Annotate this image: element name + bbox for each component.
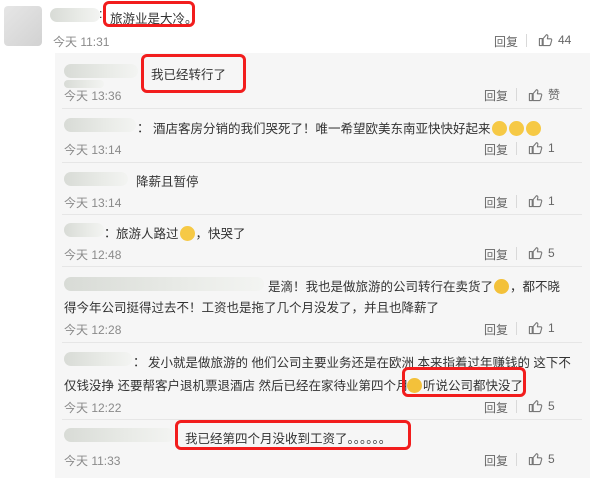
top-comment: : 旅游业是大冷。 今天 11:31 回复 44 [0, 0, 590, 53]
reply-text: 酒店客房分销的我们哭死了！唯一希望欧美东南亚快快好起来 [153, 118, 542, 137]
crying-emoji-icon [508, 121, 524, 136]
highlight-box [141, 54, 246, 93]
thumbs-up-icon [528, 400, 543, 413]
laughing-emoji-icon [494, 279, 510, 294]
crying-emoji-icon [525, 121, 541, 136]
row-divider [62, 266, 582, 267]
username-blurred[interactable] [64, 172, 128, 186]
like-button[interactable]: 1 [528, 320, 555, 335]
reply-time: 今天 12:48 [64, 248, 122, 262]
like-button[interactable]: 赞 [528, 86, 560, 103]
row-divider [62, 162, 582, 163]
colon: ： [137, 121, 150, 135]
reply-button[interactable]: 回复 [484, 87, 508, 104]
reply-text-a: 旅游人路过 [116, 227, 179, 241]
colon: ： [104, 226, 117, 240]
avatar[interactable] [4, 6, 42, 46]
thumbs-up-icon [528, 247, 543, 260]
reply-time: 今天 13:14 [64, 143, 122, 157]
like-count: 5 [548, 451, 555, 466]
divider [516, 400, 517, 413]
username-blurred[interactable] [64, 428, 174, 442]
like-count: 5 [548, 245, 555, 260]
reply-time: 今天 13:14 [64, 196, 122, 210]
reply-button[interactable]: 回复 [484, 399, 508, 416]
reply-text-content: 酒店客房分销的我们哭死了！唯一希望欧美东南亚快快好起来 [153, 122, 491, 136]
like-count: 1 [548, 140, 555, 155]
reply-text: 旅游人路过 ，快哭了 [116, 223, 246, 242]
username-blurred[interactable] [64, 277, 264, 291]
thumbs-up-icon [528, 89, 543, 102]
reply-text-line2: 得今年公司挺得过去不！工资也是拖了几个月没发了，并且也降薪了 [64, 301, 440, 315]
reply-text-a: 是滴！我也是做旅游的公司转行在卖货了 [268, 280, 494, 294]
reply-button[interactable]: 回复 [494, 33, 518, 50]
like-count: 1 [548, 320, 555, 335]
username-blurred[interactable] [64, 64, 138, 78]
divider [516, 142, 517, 155]
reply-button[interactable]: 回复 [484, 452, 508, 469]
reply-text: 是滴！我也是做旅游的公司转行在卖货了 ，都不晓 [268, 276, 560, 295]
reply-time: 今天 12:28 [64, 323, 122, 337]
username-blurred[interactable] [64, 223, 104, 237]
row-divider [62, 342, 582, 343]
like-button[interactable]: 5 [528, 451, 555, 466]
reply-button[interactable]: 回复 [484, 141, 508, 158]
colon: : [99, 7, 103, 21]
username-blurred[interactable] [64, 118, 136, 132]
reply-text-b: ，都不晓 [510, 280, 561, 294]
like-label: 赞 [548, 88, 561, 102]
comment-time: 今天 11:31 [53, 35, 110, 49]
like-count: 5 [548, 398, 555, 413]
like-button[interactable]: 1 [528, 193, 555, 208]
reply-text-line2: 仅钱没挣 还要帮客户退机票退酒店 然后已经在家待业第四个月了 [64, 379, 421, 393]
thumbs-up-icon [528, 453, 543, 466]
divider [526, 34, 527, 47]
like-button[interactable]: 44 [538, 32, 571, 47]
divider [516, 453, 517, 466]
reply-time: 今天 13:36 [64, 89, 122, 103]
divider [516, 322, 517, 335]
reply-button[interactable]: 回复 [484, 194, 508, 211]
reply-button[interactable]: 回复 [484, 246, 508, 263]
highlight-box [175, 420, 411, 450]
like-count: 44 [558, 32, 572, 47]
reply-time: 今天 11:33 [64, 454, 121, 468]
reply-time: 今天 12:22 [64, 401, 122, 415]
highlight-box [402, 367, 526, 397]
row-divider [62, 214, 582, 215]
divider [516, 247, 517, 260]
username-blurred[interactable] [50, 8, 100, 22]
thumbs-up-icon [528, 195, 543, 208]
row-divider [62, 108, 582, 109]
divider [516, 88, 517, 101]
crying-emoji-icon [179, 226, 195, 241]
like-button[interactable]: 5 [528, 398, 555, 413]
like-button[interactable]: 5 [528, 245, 555, 260]
reply-text-b: ，快哭了 [195, 227, 246, 241]
highlight-box [103, 1, 195, 27]
like-button[interactable]: 1 [528, 140, 555, 155]
thumbs-up-icon [528, 142, 543, 155]
reply-text: 降薪且暂停 [136, 175, 199, 189]
thumbs-up-icon [538, 34, 553, 47]
like-count: 1 [548, 193, 555, 208]
colon: ： [133, 355, 146, 369]
thumbs-up-icon [528, 322, 543, 335]
username-blurred[interactable] [64, 352, 132, 366]
crying-emoji-icon [491, 121, 507, 136]
divider [516, 195, 517, 208]
reply-button[interactable]: 回复 [484, 321, 508, 338]
